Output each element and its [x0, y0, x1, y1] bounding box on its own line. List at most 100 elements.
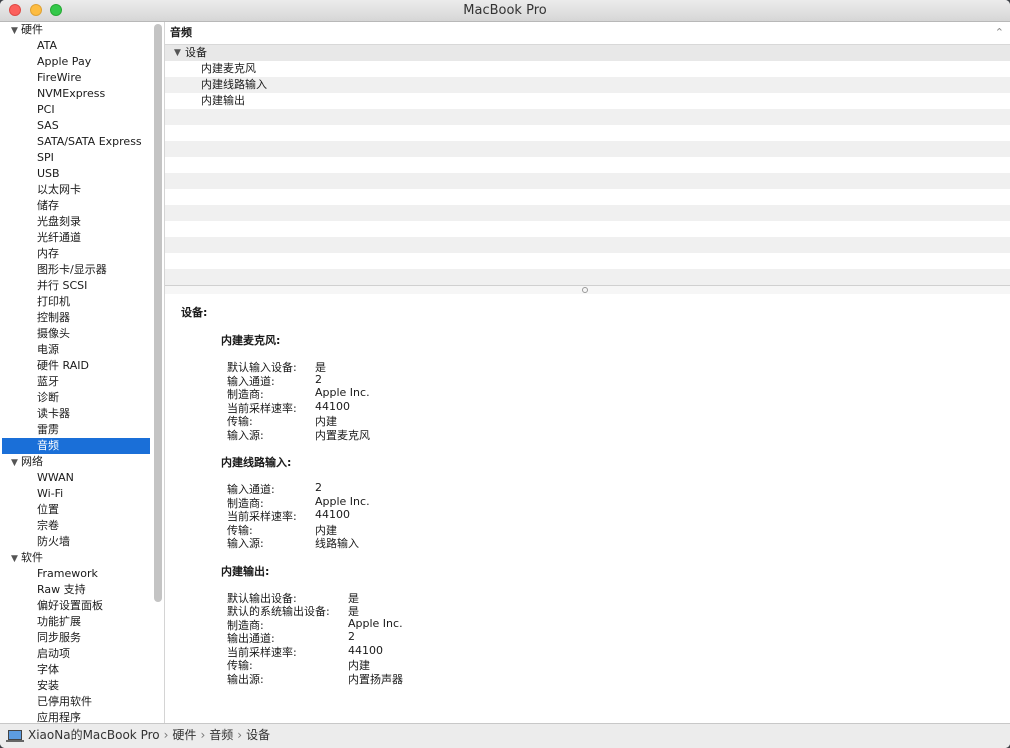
sidebar-item[interactable]: FireWire	[2, 70, 150, 86]
disclosure-triangle-icon[interactable]: ▼	[11, 455, 21, 471]
sidebar-item[interactable]: Framework	[2, 566, 150, 582]
empty-row	[165, 189, 1010, 205]
detail-pane: 设备: 内建麦克风: 默认输入设备: 是输入通道: 2 制造商: Apple Inc. 当前…	[165, 294, 1010, 723]
sidebar-item-label: 光盘刻录	[37, 215, 81, 228]
column-header[interactable]: 音频 ⌃	[165, 22, 1010, 45]
sidebar-item[interactable]: 安装	[2, 678, 150, 694]
device-section-title: 内建麦克风:	[221, 334, 281, 347]
sidebar-item-label: SATA/SATA Express	[37, 135, 142, 148]
breadcrumb: XiaoNa的MacBook Pro › 硬件 › 音频 › 设备	[28, 724, 270, 746]
sidebar-item[interactable]: 同步服务	[2, 630, 150, 646]
sidebar-item-label: 打印机	[37, 295, 70, 308]
sidebar-item-label: Raw 支持	[37, 583, 86, 596]
sidebar-item[interactable]: 打印机	[2, 294, 150, 310]
sidebar-item[interactable]: Wi-Fi	[2, 486, 150, 502]
sidebar-item[interactable]: 控制器	[2, 310, 150, 326]
sidebar-item-label: 音频	[37, 439, 59, 452]
sidebar-item[interactable]: ATA	[2, 38, 150, 54]
disclosure-triangle-icon[interactable]: ▼	[11, 551, 21, 567]
sidebar-item[interactable]: 内存	[2, 246, 150, 262]
sidebar-item[interactable]: 防火墙	[2, 534, 150, 550]
sidebar-item[interactable]: 雷雳	[2, 422, 150, 438]
sidebar-item[interactable]: 摄像头	[2, 326, 150, 342]
property-value: 内置麦克风	[315, 428, 370, 442]
sidebar-item[interactable]: 以太网卡	[2, 182, 150, 198]
sidebar-category[interactable]: ▼ 软件	[2, 550, 150, 566]
sidebar-item-label: WWAN	[37, 471, 74, 484]
sidebar-item-label: 内存	[37, 247, 59, 260]
sidebar-item-label: 以太网卡	[37, 183, 81, 196]
empty-row	[165, 205, 1010, 221]
breadcrumb-item[interactable]: 设备	[246, 728, 270, 742]
property-value: Apple Inc.	[315, 494, 370, 508]
sidebar-item[interactable]: 读卡器	[2, 406, 150, 422]
sidebar-item[interactable]: 字体	[2, 662, 150, 678]
sidebar-item[interactable]: 启动项	[2, 646, 150, 662]
device-row[interactable]: 内建线路输入	[165, 77, 1010, 93]
sidebar-item[interactable]: PCI	[2, 102, 150, 118]
sidebar-item[interactable]: 储存	[2, 198, 150, 214]
breadcrumb-item[interactable]: XiaoNa的MacBook Pro	[28, 728, 160, 742]
sidebar-item[interactable]: 并行 SCSI	[2, 278, 150, 294]
sidebar-item[interactable]: 蓝牙	[2, 374, 150, 390]
sidebar-list: ▼ 硬件 ATA Apple Pay FireWire NVMExpress PCI SAS S…	[2, 22, 150, 723]
sidebar-item[interactable]: 诊断	[2, 390, 150, 406]
sidebar-item[interactable]: 功能扩展	[2, 614, 150, 630]
sidebar-item[interactable]: WWAN	[2, 470, 150, 486]
sidebar-item-label: 已停用软件	[37, 695, 92, 708]
sort-chevron-icon[interactable]: ⌃	[995, 22, 1004, 44]
breadcrumb-separator: ›	[163, 728, 169, 742]
window-title: MacBook Pro	[463, 3, 547, 18]
disclosure-triangle-icon[interactable]: ▼	[174, 45, 181, 61]
breadcrumb-item[interactable]: 硬件	[172, 728, 196, 742]
device-row[interactable]: 内建麦克风	[165, 61, 1010, 77]
sidebar-category[interactable]: ▼ 网络	[2, 454, 150, 470]
sidebar-item-label: 防火墙	[37, 535, 70, 548]
sidebar-item[interactable]: SAS	[2, 118, 150, 134]
sidebar-item[interactable]: 图形卡/显示器	[2, 262, 150, 278]
breadcrumb-separator: ›	[200, 728, 206, 742]
sidebar-item-label: FireWire	[37, 71, 82, 84]
disclosure-triangle-icon[interactable]: ▼	[11, 23, 21, 39]
sidebar-item[interactable]: Apple Pay	[2, 54, 150, 70]
empty-row	[165, 253, 1010, 269]
property-value: 线路输入	[315, 537, 359, 550]
device-row-label: 内建线路输入	[201, 78, 267, 91]
sidebar-item[interactable]: USB	[2, 166, 150, 182]
property-value: 内置扬声器	[348, 672, 403, 686]
sidebar-scrollbar[interactable]	[154, 24, 162, 602]
sidebar-item[interactable]: SPI	[2, 150, 150, 166]
sidebar-item-label: 宗卷	[37, 519, 59, 532]
sidebar-category[interactable]: ▼ 硬件	[2, 22, 150, 38]
sidebar-item-label: 光纤通道	[37, 231, 81, 244]
sidebar-item[interactable]: 偏好设置面板	[2, 598, 150, 614]
sidebar-item[interactable]: 应用程序	[2, 710, 150, 723]
empty-row	[165, 157, 1010, 173]
sidebar-item[interactable]: SATA/SATA Express	[2, 134, 150, 150]
sidebar-item-label: SAS	[37, 119, 59, 132]
device-section-title: 内建输出:	[221, 564, 270, 578]
sidebar-item[interactable]: 光盘刻录	[2, 214, 150, 230]
sidebar-item-label: 储存	[37, 199, 59, 212]
device-group-row[interactable]: ▼ 设备	[165, 45, 1010, 61]
laptop-icon	[6, 730, 24, 742]
sidebar-item[interactable]: Raw 支持	[2, 582, 150, 598]
device-row-label: 内建麦克风	[201, 62, 256, 75]
detail-title: 设备:	[181, 306, 208, 319]
sidebar-item-label: 读卡器	[37, 407, 70, 420]
sidebar-item[interactable]: 音频	[2, 438, 150, 454]
divider-handle-icon[interactable]	[582, 287, 588, 293]
sidebar-item-label: 安装	[37, 679, 59, 692]
sidebar-item[interactable]: 位置	[2, 502, 150, 518]
sidebar-item[interactable]: 宗卷	[2, 518, 150, 534]
sidebar-item[interactable]: 光纤通道	[2, 230, 150, 246]
device-row[interactable]: 内建输出	[165, 93, 1010, 109]
sidebar-item[interactable]: 已停用软件	[2, 694, 150, 710]
sidebar-item[interactable]: 电源	[2, 342, 150, 358]
breadcrumb-item[interactable]: 音频	[209, 728, 233, 742]
sidebar-item-label: 硬件	[21, 23, 43, 36]
sidebar-item-label: USB	[37, 167, 60, 180]
sidebar-item[interactable]: NVMExpress	[2, 86, 150, 102]
sidebar-item-label: 电源	[37, 343, 59, 356]
sidebar-item[interactable]: 硬件 RAID	[2, 358, 150, 374]
